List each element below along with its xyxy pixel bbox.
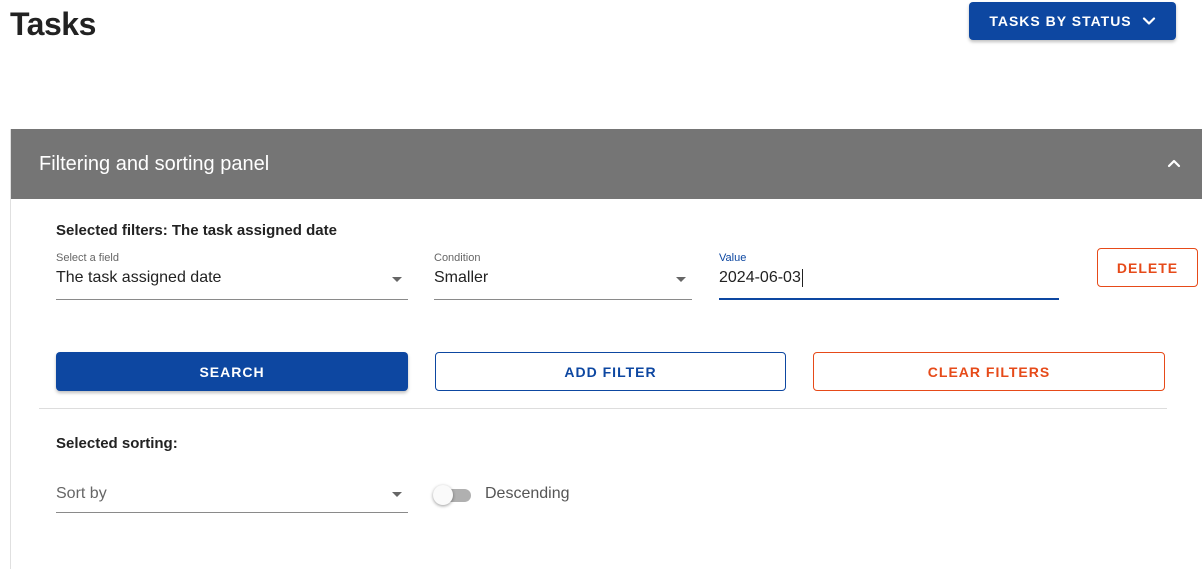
selected-sorting-heading: Selected sorting: [56,435,178,452]
field-select-value: The task assigned date [56,269,222,286]
value-input[interactable]: Value 2024-06-03 [719,252,1059,300]
panel-title: Filtering and sorting panel [39,152,270,175]
condition-select[interactable]: Condition Smaller [434,252,692,300]
delete-filter-button[interactable]: DELETE [1097,248,1198,287]
selected-filters-heading: Selected filters: The task assigned date [56,222,337,239]
chevron-up-icon[interactable] [1165,155,1183,173]
value-input-value: 2024-06-03 [719,269,801,287]
descending-label: Descending [485,485,570,502]
search-button[interactable]: SEARCH [56,352,408,391]
panel-header[interactable]: Filtering and sorting panel [11,129,1202,199]
sort-by-select[interactable]: Sort by [56,481,408,513]
dropdown-arrow-icon [392,277,402,282]
condition-select-label: Condition [434,252,481,264]
condition-select-value: Smaller [434,269,489,286]
dropdown-arrow-icon [676,277,686,282]
toggle-thumb [433,485,453,505]
filter-sort-panel: Filtering and sorting panel Selected fil… [10,129,1202,569]
value-input-text: 2024-06-03 [719,269,803,287]
page-title: Tasks [10,6,96,42]
field-select-label: Select a field [56,252,119,264]
divider [39,408,1167,409]
value-input-label: Value [719,252,747,264]
descending-toggle[interactable] [433,485,473,505]
chevron-down-icon [1142,17,1155,25]
dropdown-arrow-icon [392,492,402,497]
tasks-by-status-label: TASKS BY STATUS [989,13,1132,29]
text-cursor [801,269,803,287]
sort-by-placeholder: Sort by [56,485,107,502]
field-select[interactable]: Select a field The task assigned date [56,252,408,300]
clear-filters-button[interactable]: CLEAR FILTERS [813,352,1165,391]
tasks-by-status-button[interactable]: TASKS BY STATUS [969,2,1176,40]
add-filter-button[interactable]: ADD FILTER [435,352,786,391]
